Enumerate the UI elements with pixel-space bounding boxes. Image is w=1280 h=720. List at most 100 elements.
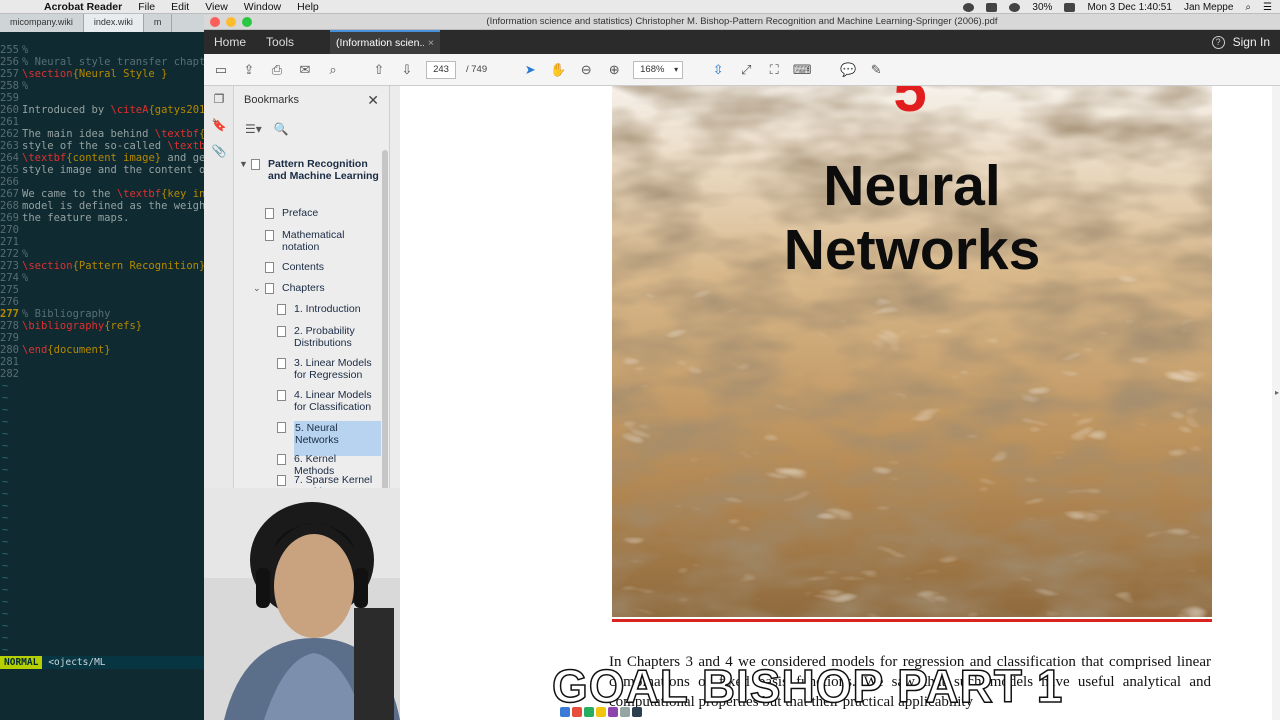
vim-line[interactable]: 279 xyxy=(0,332,204,344)
collapse-chevron-icon[interactable]: ▼ xyxy=(239,159,251,182)
vim-line[interactable]: 258% xyxy=(0,80,204,92)
vim-line[interactable]: 272% xyxy=(0,248,204,260)
dock-app-icon[interactable] xyxy=(608,707,618,717)
document-scrollbar[interactable] xyxy=(1272,86,1280,720)
fit-page-icon[interactable]: ⤢ xyxy=(737,61,755,79)
scroll-mode-icon[interactable]: ⇳ xyxy=(709,61,727,79)
search-icon[interactable]: ⌕ xyxy=(1245,2,1251,13)
vim-line[interactable]: 261 xyxy=(0,116,204,128)
next-page-icon[interactable]: ⇩ xyxy=(398,61,416,79)
upload-icon[interactable]: ⇪ xyxy=(240,61,258,79)
bookmark-root[interactable]: ▼ Pattern Recognition and Machine Learni… xyxy=(239,158,379,182)
keyboard-tools-icon[interactable]: ⌨ xyxy=(793,61,812,79)
bookmark-ch1[interactable]: 1. Introduction xyxy=(277,303,377,315)
vim-buffer[interactable]: 255% 256% Neural style transfer chapte 257… xyxy=(0,44,204,656)
vim-line[interactable]: 278 \bibliography{refs} xyxy=(0,320,204,332)
vim-line[interactable]: 280 \end{document} xyxy=(0,344,204,356)
dock-app-icon[interactable] xyxy=(632,707,642,717)
bookmark-ch5[interactable]: 5. Neural Networks xyxy=(277,421,381,456)
search-icon[interactable]: ⌕ xyxy=(324,61,342,79)
bookmark-options-icon[interactable]: ☰▾ xyxy=(245,122,262,136)
tools-tab[interactable]: Tools xyxy=(256,35,304,49)
vim-line[interactable]: 264\textbf{content image} and ger xyxy=(0,152,204,164)
vim-line[interactable]: 257 \section{Neural Style } xyxy=(0,68,204,80)
bookmark-ch3[interactable]: 3. Linear Models for Regression xyxy=(277,357,377,381)
bookmark-notation[interactable]: Mathematical notation xyxy=(265,229,375,253)
menu-window[interactable]: Window xyxy=(236,1,289,13)
vim-line[interactable]: 259 xyxy=(0,92,204,104)
select-cursor-icon[interactable]: ➤ xyxy=(521,61,539,79)
attachments-icon[interactable]: 📎 xyxy=(204,138,234,164)
menu-help[interactable]: Help xyxy=(289,1,327,13)
vim-editor[interactable]: micompany.wiki index.wiki m 255% 256% Neu… xyxy=(0,14,204,720)
comment-icon[interactable]: 💬 xyxy=(839,61,857,79)
minimize-window-icon[interactable] xyxy=(226,17,236,27)
dock-app-icon[interactable] xyxy=(620,707,630,717)
find-bookmark-icon[interactable]: 🔍 xyxy=(274,122,289,136)
vim-line[interactable]: 281 xyxy=(0,356,204,368)
bookmark-contents[interactable]: Contents xyxy=(265,261,375,273)
bluetooth-icon[interactable] xyxy=(986,2,998,12)
vim-line[interactable]: 269 the feature maps. xyxy=(0,212,204,224)
vim-line[interactable]: 265 style image and the content of xyxy=(0,164,204,176)
volume-icon[interactable] xyxy=(1009,2,1021,12)
help-icon[interactable]: ? xyxy=(1211,35,1225,49)
expand-panel-arrow-icon[interactable]: ▸ xyxy=(1275,388,1279,397)
bookmark-ch4[interactable]: 4. Linear Models for Classification xyxy=(277,389,377,413)
vim-line[interactable]: 266 xyxy=(0,176,204,188)
highlight-pen-icon[interactable]: ✎ xyxy=(867,61,885,79)
bookmark-preface[interactable]: Preface xyxy=(265,207,375,219)
dropbox-icon[interactable] xyxy=(963,2,975,12)
vim-line[interactable]: 263style of the so-called \textbf xyxy=(0,140,204,152)
menu-app-name[interactable]: Acrobat Reader xyxy=(36,1,130,13)
print-icon[interactable]: ⎙ xyxy=(268,61,286,79)
hand-tool-icon[interactable]: ✋ xyxy=(549,61,567,79)
dock-app-icon[interactable] xyxy=(596,707,606,717)
user-name[interactable]: Jan Meppe xyxy=(1184,2,1233,13)
document-viewer[interactable]: 5 Neural Networks In Chapters 3 and 4 we… xyxy=(390,86,1280,720)
close-tab-icon[interactable]: × xyxy=(428,37,434,49)
vim-line[interactable]: 271 xyxy=(0,236,204,248)
vim-line[interactable]: 267We came to the \textbf{key ins xyxy=(0,188,204,200)
vim-tab[interactable]: index.wiki xyxy=(83,14,144,32)
dock-app-icon[interactable] xyxy=(560,707,570,717)
vim-line[interactable]: 274% xyxy=(0,272,204,284)
vim-line[interactable]: 256% Neural style transfer chapte xyxy=(0,56,204,68)
save-icon[interactable]: ▭ xyxy=(212,61,230,79)
page-number-input[interactable]: 243 xyxy=(426,60,456,79)
sign-in-button[interactable]: Sign In xyxy=(1233,35,1270,49)
vim-line[interactable]: 255% xyxy=(0,44,204,56)
close-panel-icon[interactable]: ✕ xyxy=(367,92,379,109)
dock-app-icon[interactable] xyxy=(584,707,594,717)
menu-edit[interactable]: Edit xyxy=(163,1,197,13)
close-window-icon[interactable] xyxy=(210,17,220,27)
page-thumbnails-icon[interactable]: ❐ xyxy=(204,86,234,112)
vim-line[interactable]: 260Introduced by \citeA{gatys2016 xyxy=(0,104,204,116)
bookmark-chapters[interactable]: ⌄ Chapters xyxy=(253,282,375,294)
dock-app-icon[interactable] xyxy=(572,707,582,717)
menu-file[interactable]: File xyxy=(130,1,163,13)
zoom-select[interactable]: 168% xyxy=(633,60,684,79)
wifi-icon[interactable] xyxy=(1064,2,1076,12)
zoom-in-icon[interactable]: ⊕ xyxy=(605,61,623,79)
vim-line[interactable]: 262The main idea behind \textbf{N xyxy=(0,128,204,140)
collapse-panel-arrow-icon[interactable]: ◂ xyxy=(392,388,396,397)
vim-line[interactable]: 268 model is defined as the weight xyxy=(0,200,204,212)
document-tab[interactable]: (Information scien... × xyxy=(330,30,441,54)
menu-view[interactable]: View xyxy=(197,1,236,13)
email-icon[interactable]: ✉ xyxy=(296,61,314,79)
vim-line[interactable]: 275 xyxy=(0,284,204,296)
home-tab[interactable]: Home xyxy=(204,35,256,49)
battery-percent[interactable]: 30% xyxy=(1032,2,1052,13)
clock[interactable]: Mon 3 Dec 1:40:51 xyxy=(1087,2,1172,13)
vim-tab[interactable]: m xyxy=(144,14,173,32)
menu-list-icon[interactable]: ☰ xyxy=(1263,2,1272,13)
full-screen-icon[interactable]: ⛶ xyxy=(765,61,783,79)
collapse-chevron-icon[interactable]: ⌄ xyxy=(253,283,265,294)
bookmark-ch2[interactable]: 2. Probability Distributions xyxy=(277,325,377,349)
vim-line[interactable]: 273 \section{Pattern Recognition} xyxy=(0,260,204,272)
vim-tab[interactable]: micompany.wiki xyxy=(0,14,84,32)
vim-line[interactable]: 282 xyxy=(0,368,204,380)
bookmarks-panel-icon[interactable]: 🔖 xyxy=(204,112,234,138)
zoom-out-icon[interactable]: ⊖ xyxy=(577,61,595,79)
